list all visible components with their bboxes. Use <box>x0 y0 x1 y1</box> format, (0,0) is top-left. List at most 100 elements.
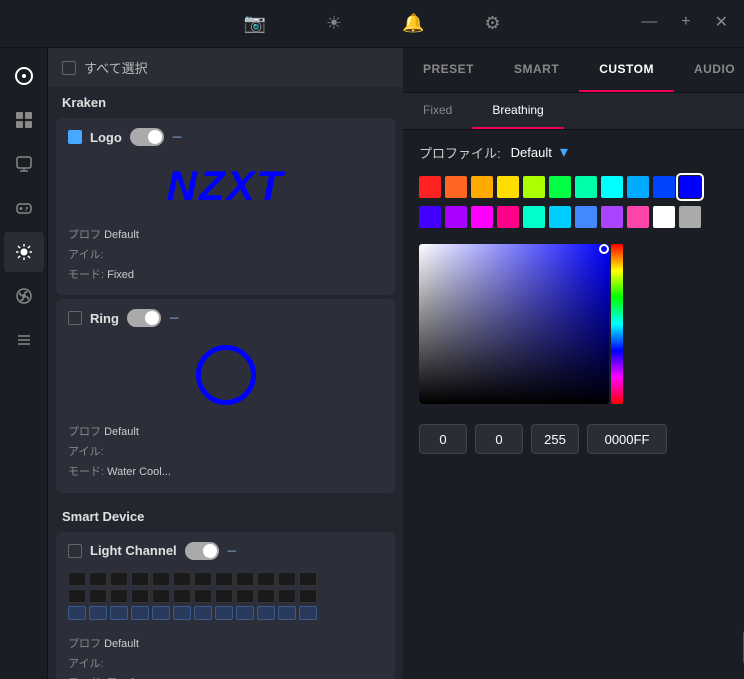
main-layout: すべて選択 Kraken Logo − <box>0 48 744 679</box>
swatch-amber[interactable] <box>471 176 493 198</box>
ring-profile-info: プロフ Default アイル: モード: Water Cool... <box>68 423 383 482</box>
swatch-purple[interactable] <box>601 206 623 228</box>
tab-custom[interactable]: CUSTOM <box>579 48 674 92</box>
light-checkbox[interactable] <box>68 544 82 558</box>
nav-dashboard[interactable] <box>4 100 44 140</box>
tab-smart[interactable]: SMART <box>494 48 579 92</box>
notification-icon[interactable]: 🔔 <box>402 13 424 34</box>
swatch-pink[interactable] <box>497 206 519 228</box>
device-group-kraken: Kraken Logo − NZXT <box>48 87 403 497</box>
light-channel-name: Light Channel <box>90 543 177 558</box>
nav-logo[interactable] <box>4 56 44 96</box>
light-toggle[interactable] <box>185 542 219 560</box>
swatch-cyan[interactable] <box>601 176 623 198</box>
swatch-lightblue[interactable] <box>549 206 571 228</box>
led-cell <box>110 606 128 620</box>
logo-channel-name: Logo <box>90 130 122 145</box>
smart-device-title: Smart Device <box>48 501 403 528</box>
led-cell <box>215 606 233 620</box>
nav-devices[interactable] <box>4 144 44 184</box>
nzxt-logo-text: NZXT <box>167 162 285 210</box>
b-input[interactable] <box>531 424 579 454</box>
swatch-red[interactable] <box>419 176 441 198</box>
led-cell <box>278 606 296 620</box>
hue-strip[interactable] <box>611 244 623 404</box>
swatch-lime[interactable] <box>523 176 545 198</box>
minimize-button[interactable]: — <box>641 13 657 31</box>
channel-light-left: Light Channel <box>68 543 177 558</box>
r-input[interactable] <box>419 424 467 454</box>
swatch-yellow[interactable] <box>497 176 519 198</box>
ring-checkbox[interactable] <box>68 311 82 325</box>
channel-logo-header: Logo − <box>68 128 383 146</box>
light-toggle-thumb <box>203 544 217 558</box>
apply-button-row: 適用 <box>403 616 744 679</box>
tab-preset[interactable]: PRESET <box>403 48 494 92</box>
led-cell <box>110 589 128 603</box>
swatch-skyblue[interactable] <box>627 176 649 198</box>
led-cell <box>215 572 233 586</box>
kraken-title: Kraken <box>48 87 403 114</box>
select-all-checkbox[interactable] <box>62 61 76 75</box>
swatch-blue[interactable] <box>653 176 675 198</box>
led-cell <box>152 589 170 603</box>
nav-tasks[interactable] <box>4 320 44 360</box>
nzxt-logo-display: NZXT <box>68 152 383 220</box>
profile-dropdown-icon: ▾ <box>560 142 568 162</box>
settings-icon[interactable]: ⚙ <box>484 13 500 34</box>
nav-fan[interactable] <box>4 276 44 316</box>
g-input[interactable] <box>475 424 523 454</box>
ring-display <box>68 333 383 417</box>
led-cell <box>89 572 107 586</box>
hex-input[interactable] <box>587 424 667 454</box>
light-profile-info: プロフ Default アイル: モード: Fixed <box>68 635 383 679</box>
hue-strip-container <box>611 244 623 404</box>
logo-checkbox[interactable] <box>68 130 82 144</box>
led-cell <box>152 606 170 620</box>
profile-row: プロファイル: Default ▾ <box>419 142 744 162</box>
swatch-white[interactable] <box>653 206 675 228</box>
led-cell <box>89 606 107 620</box>
swatch-gray[interactable] <box>679 206 701 228</box>
sub-tab-fixed[interactable]: Fixed <box>403 93 472 129</box>
swatch-magenta[interactable] <box>471 206 493 228</box>
select-all-row: すべて選択 <box>48 48 403 87</box>
led-cell <box>68 606 86 620</box>
led-row-3 <box>68 606 383 620</box>
color-picker-content: プロファイル: Default ▾ <box>403 130 744 679</box>
camera-icon[interactable]: 📷 <box>243 13 265 34</box>
swatch-rose[interactable] <box>627 206 649 228</box>
sub-tab-breathing[interactable]: Breathing <box>472 93 563 129</box>
device-panel: すべて選択 Kraken Logo − <box>48 48 403 679</box>
ring-minus[interactable]: − <box>169 309 180 327</box>
tab-audio[interactable]: AUDIO <box>674 48 744 92</box>
swatch-violet[interactable] <box>445 206 467 228</box>
logo-mode-value: Fixed <box>107 269 134 281</box>
logo-minus[interactable]: − <box>172 128 183 146</box>
logo-toggle[interactable] <box>130 128 164 146</box>
nav-lighting[interactable] <box>4 232 44 272</box>
led-cell <box>173 589 191 603</box>
swatch-indigo[interactable] <box>419 206 441 228</box>
profile-select[interactable]: Default ▾ <box>511 142 568 162</box>
brightness-icon[interactable]: ☀ <box>326 13 342 34</box>
close-button[interactable]: ✕ <box>715 12 728 32</box>
swatch-pure-blue[interactable] <box>679 176 701 198</box>
swatch-mint[interactable] <box>523 206 545 228</box>
ring-channel-name: Ring <box>90 311 119 326</box>
led-cell <box>131 606 149 620</box>
light-minus[interactable]: − <box>227 542 238 560</box>
swatch-teal[interactable] <box>575 176 597 198</box>
swatch-green[interactable] <box>549 176 571 198</box>
select-all-label: すべて選択 <box>84 58 148 77</box>
nav-gamepad[interactable] <box>4 188 44 228</box>
swatch-orange[interactable] <box>445 176 467 198</box>
profile-label: プロファイル: <box>419 143 501 162</box>
gradient-picker[interactable] <box>419 244 609 404</box>
swatch-cornflower[interactable] <box>575 206 597 228</box>
led-cell <box>278 572 296 586</box>
led-cell <box>299 606 317 620</box>
maximize-button[interactable]: + <box>681 13 690 31</box>
logo-toggle-thumb <box>148 130 162 144</box>
ring-toggle[interactable] <box>127 309 161 327</box>
